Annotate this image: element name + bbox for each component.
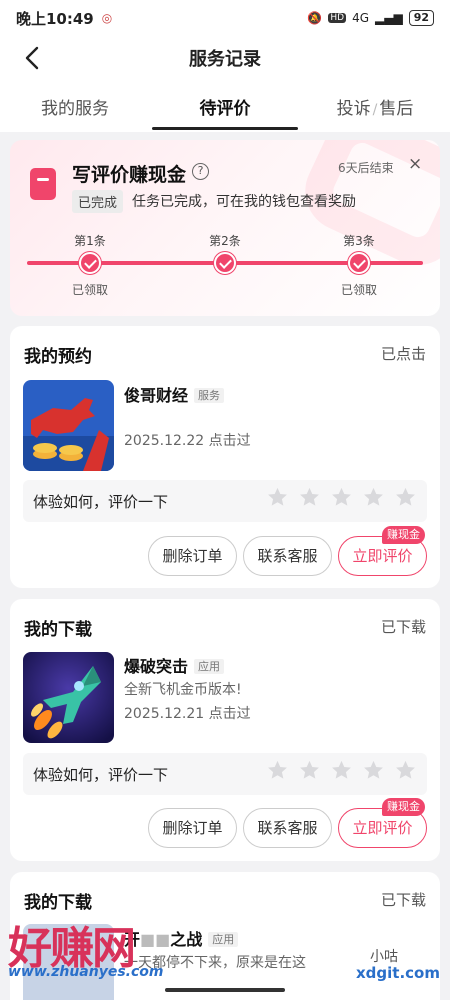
step-label-2: 第2条: [209, 234, 241, 248]
star-rating[interactable]: [266, 486, 417, 509]
step-check-icon-1: [79, 252, 101, 274]
network-label: 4G: [352, 11, 369, 25]
star-icon[interactable]: [266, 486, 289, 509]
star-icon[interactable]: [330, 486, 353, 509]
rating-prompt: 体验如何，评价一下: [33, 493, 169, 511]
item-date: 2025.12.21 点击过: [124, 706, 251, 722]
delete-order-button[interactable]: 删除订单: [148, 808, 237, 848]
nav-bar: 服务记录: [0, 36, 450, 80]
promo-title: 写评价赚现金: [72, 164, 187, 186]
item-name-obscured: ■■: [140, 930, 171, 949]
back-icon[interactable]: [20, 44, 48, 72]
card-status: 已下载: [380, 891, 426, 909]
tab-complaints-label-b: 售后: [379, 99, 414, 119]
item-name-tail: 之战: [170, 930, 203, 949]
star-icon[interactable]: [362, 759, 385, 782]
item-thumbnail[interactable]: [23, 924, 114, 1000]
red-packet-icon: [30, 168, 56, 200]
tab-pending-review[interactable]: 待评价: [150, 80, 300, 132]
help-icon[interactable]: ?: [192, 163, 209, 180]
item-description: 全新飞机金币版本!: [124, 682, 242, 698]
item-thumbnail[interactable]: [23, 652, 114, 743]
promo-description: 任务已完成，可在我的钱包查看奖励: [132, 194, 356, 210]
mute-icon: 🔕: [307, 11, 323, 25]
step-claimed-1: 已领取: [71, 283, 108, 297]
order-card: 我的下载 已下载 开■■之战 应用 一天都停不下来，原来是在这: [10, 872, 440, 1000]
item-thumbnail[interactable]: [23, 380, 114, 471]
tab-complaints[interactable]: 投诉 / 售后: [300, 80, 450, 132]
notification-icon: ◎: [101, 11, 113, 25]
status-bar: 晚上10:49 ◎ 🔕 HD 4G ▂▄▆ 92: [0, 0, 450, 36]
card-header: 我的下载: [24, 893, 92, 913]
contact-support-button[interactable]: 联系客服: [243, 536, 332, 576]
rating-row: 体验如何，评价一下: [23, 480, 427, 522]
page-title: 服务记录: [189, 49, 261, 70]
item-name-text: 开: [124, 930, 141, 949]
close-icon[interactable]: ×: [408, 154, 422, 174]
status-icons: 🔕 HD 4G ▂▄▆ 92: [307, 10, 434, 26]
jet-game-image: [23, 652, 114, 743]
tab-complaints-label-a: 投诉: [336, 99, 371, 119]
step-label-3: 第3条: [343, 234, 375, 248]
star-icon[interactable]: [362, 486, 385, 509]
card-header: 我的预约: [24, 347, 92, 367]
bull-image: [23, 380, 114, 471]
home-indicator[interactable]: [165, 988, 285, 992]
item-date: 2025.12.22 点击过: [124, 433, 251, 449]
item-type-tag: 应用: [194, 659, 225, 674]
review-cash-promo: 写评价赚现金 ? 6天后结束 × 已完成 任务已完成，可在我的钱包查看奖励 第1…: [10, 140, 440, 316]
tab-bar: 我的服务 待评价 投诉 / 售后: [0, 80, 450, 132]
step-label-1: 第1条: [74, 234, 106, 248]
hd-icon: HD: [328, 13, 347, 23]
item-name[interactable]: 开■■之战 应用: [124, 926, 239, 950]
star-icon[interactable]: [330, 759, 353, 782]
star-icon[interactable]: [394, 486, 417, 509]
rating-prompt: 体验如何，评价一下: [33, 766, 169, 784]
promo-deadline: 6天后结束: [338, 161, 394, 175]
star-rating[interactable]: [266, 759, 417, 782]
tab-separator: /: [372, 102, 378, 118]
item-name-text: 俊哥财经: [124, 386, 189, 405]
step-check-icon-3: [348, 252, 370, 274]
item-name[interactable]: 爆破突击 应用: [124, 653, 225, 677]
cash-reward-badge: 赚现金: [382, 798, 425, 816]
contact-support-button[interactable]: 联系客服: [243, 808, 332, 848]
card-header: 我的下载: [24, 620, 92, 640]
rating-row: 体验如何，评价一下: [23, 753, 427, 795]
signal-icon: ▂▄▆: [375, 11, 403, 25]
delete-order-button[interactable]: 删除订单: [148, 536, 237, 576]
tab-my-services[interactable]: 我的服务: [0, 80, 150, 132]
star-icon[interactable]: [298, 486, 321, 509]
item-type-tag: 服务: [194, 388, 225, 403]
order-card: 我的下载 已下载 爆破突击 应用 全新飞机金币版本! 2025.12.21 点击过…: [10, 599, 440, 861]
item-name-text: 爆破突击: [124, 657, 189, 676]
card-status: 已下载: [380, 618, 426, 636]
status-badge: 已完成: [72, 190, 124, 213]
card-status: 已点击: [380, 345, 426, 363]
battery-icon: 92: [408, 10, 434, 26]
star-icon[interactable]: [298, 759, 321, 782]
star-icon[interactable]: [394, 759, 417, 782]
status-time: 晚上10:49: [16, 9, 94, 28]
step-check-icon-2: [214, 252, 236, 274]
item-description: 一天都停不下来，原来是在这: [124, 955, 306, 971]
star-icon[interactable]: [266, 759, 289, 782]
item-type-tag: 应用: [208, 932, 239, 947]
item-name[interactable]: 俊哥财经 服务: [124, 382, 225, 406]
order-card: 我的预约 已点击 俊哥财经 服务 2025.12.22 点击过 体验如何，评价一下…: [10, 326, 440, 588]
cash-reward-badge: 赚现金: [382, 526, 425, 544]
step-claimed-3: 已领取: [340, 283, 377, 297]
